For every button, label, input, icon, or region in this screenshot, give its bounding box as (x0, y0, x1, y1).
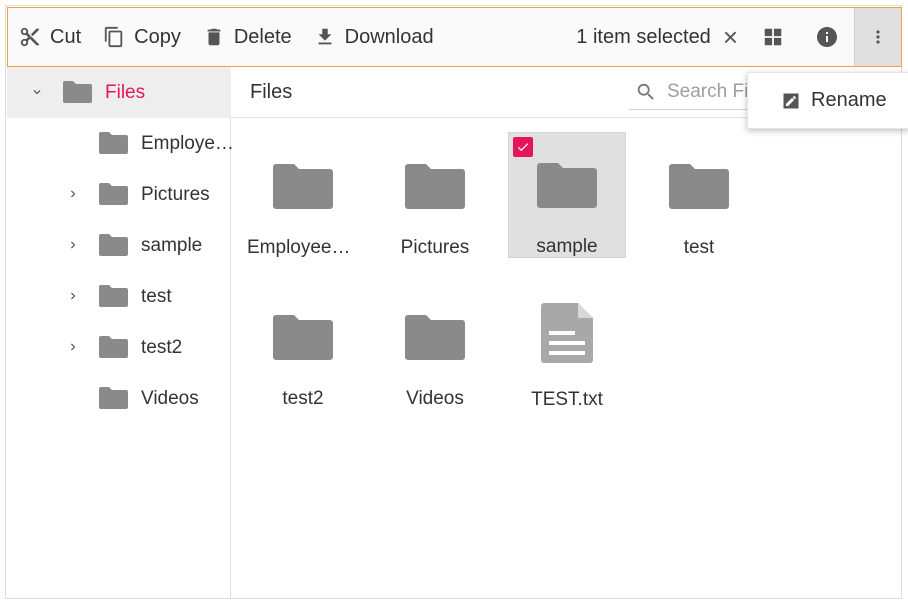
toolbar: Cut Copy Delete Download 1 item selected… (7, 7, 902, 67)
selection-status: 1 item selected × (576, 24, 746, 50)
folder-icon (99, 335, 128, 365)
nav-item-videos[interactable]: Videos (7, 373, 231, 424)
cut-label: Cut (50, 25, 82, 48)
copy-icon (104, 26, 123, 48)
grid-view-icon (764, 28, 782, 46)
search-icon (637, 83, 654, 100)
file-tile-test2[interactable]: test2 (244, 283, 362, 409)
folder-icon (537, 155, 597, 210)
more-options-button[interactable] (854, 8, 901, 66)
file-name: TEST.txt (531, 389, 603, 409)
rename-label: Rename (811, 89, 887, 111)
folder-icon (405, 305, 465, 362)
rename-menu-item[interactable]: Rename (748, 73, 908, 128)
cut-icon (20, 27, 40, 47)
file-name: sample (536, 236, 598, 257)
navigation-pane: Files Employe… Pictures sample test test… (7, 67, 234, 598)
download-icon (318, 28, 332, 45)
folder-icon (405, 154, 465, 211)
file-name: test (683, 236, 715, 258)
folder-icon (669, 154, 729, 211)
chevron-right-icon[interactable] (66, 289, 80, 303)
folder-icon (99, 386, 128, 416)
delete-icon (207, 28, 221, 46)
delete-button[interactable]: Delete (192, 8, 303, 66)
rename-icon (783, 93, 799, 108)
nav-item-label: Employe… (141, 133, 234, 154)
nav-item-label: Files (105, 82, 146, 103)
nav-item-sample[interactable]: sample (7, 220, 231, 271)
file-name: Employees… (247, 236, 359, 258)
nav-item-test[interactable]: test (7, 271, 231, 322)
nav-item-label: Pictures (141, 184, 210, 205)
folder-icon (99, 131, 128, 161)
text-file-icon (541, 303, 593, 363)
checkbox-checked-icon[interactable] (513, 137, 533, 157)
file-tile-pictures[interactable]: Pictures (376, 132, 494, 258)
nav-item-label: test (141, 286, 172, 307)
info-icon (817, 27, 837, 47)
chevron-right-icon[interactable] (66, 340, 80, 354)
file-name: Pictures (400, 236, 470, 258)
more-vertical-icon (876, 30, 880, 44)
file-name: Videos (406, 387, 464, 409)
copy-label: Copy (134, 25, 181, 48)
nav-item-label: Videos (141, 388, 199, 409)
folder-icon (99, 182, 128, 212)
nav-item-employees[interactable]: Employe… (7, 118, 234, 169)
folder-icon (99, 284, 128, 314)
breadcrumb[interactable]: Files (250, 81, 292, 104)
file-manager: Cut Copy Delete Download 1 item selected… (5, 5, 908, 599)
chevron-right-icon[interactable] (66, 238, 80, 252)
file-tile-test[interactable]: test (640, 132, 758, 258)
file-name: test2 (282, 387, 324, 409)
delete-label: Delete (233, 25, 292, 48)
file-tile-employees[interactable]: Employees… (244, 132, 362, 258)
file-tile-test-txt[interactable]: TEST.txt (508, 283, 626, 409)
nav-item-label: test2 (141, 337, 183, 358)
nav-item-label: sample (141, 235, 203, 256)
chevron-right-icon[interactable] (66, 187, 80, 201)
folder-icon (99, 233, 128, 263)
more-options-menu: Rename (747, 72, 908, 129)
selection-text: 1 item selected (576, 25, 711, 48)
folder-icon (63, 80, 92, 110)
view-toggle-button[interactable] (746, 8, 800, 66)
clear-selection-icon[interactable]: × (723, 24, 738, 50)
details-button[interactable] (800, 8, 854, 66)
file-tile-videos[interactable]: Videos (376, 283, 494, 409)
chevron-down-icon[interactable] (30, 85, 44, 99)
file-tile-sample[interactable]: sample (508, 132, 626, 258)
nav-item-files[interactable]: Files (7, 67, 231, 118)
download-button[interactable]: Download (303, 8, 445, 66)
folder-icon (273, 154, 333, 211)
download-label: Download (344, 25, 434, 48)
nav-item-pictures[interactable]: Pictures (7, 169, 231, 220)
copy-button[interactable]: Copy (92, 8, 192, 66)
folder-icon (273, 305, 333, 362)
nav-item-test2[interactable]: test2 (7, 322, 231, 373)
cut-button[interactable]: Cut (8, 8, 92, 66)
